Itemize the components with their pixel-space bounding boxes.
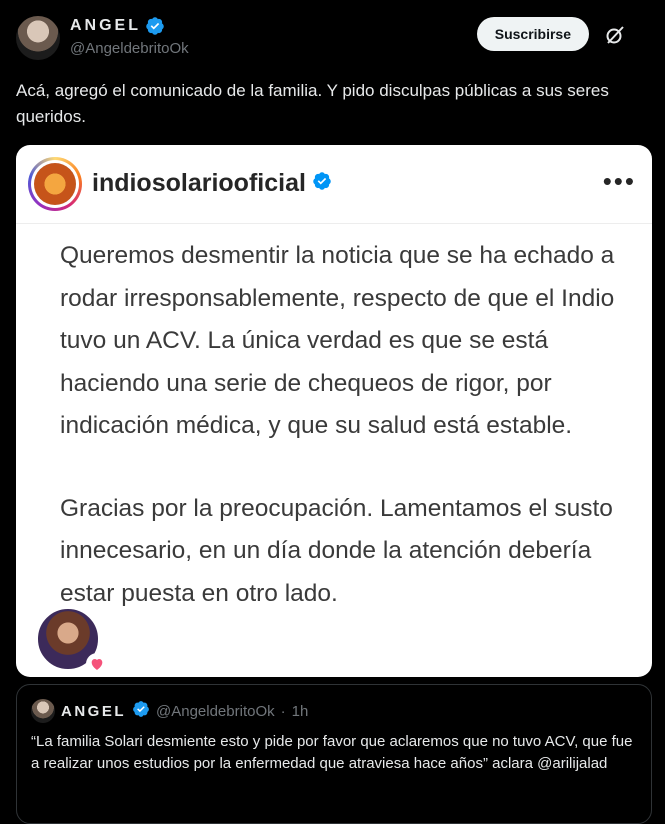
author-avatar[interactable]	[16, 16, 60, 60]
author-name-row: ANGEL	[70, 16, 165, 36]
ig-user-row: indiosolariooficial	[92, 169, 332, 198]
author-handle[interactable]: @AngeldebritoOk	[70, 40, 189, 57]
ig-verified-icon	[312, 171, 332, 196]
heart-reaction-icon	[86, 653, 108, 675]
verified-badge-icon	[145, 16, 165, 36]
tweet-media-image[interactable]: indiosolariooficial ••• Queremos desment…	[16, 145, 652, 677]
ig-username: indiosolariooficial	[92, 169, 306, 197]
ig-statement-paragraph-1: Queremos desmentir la noticia que se ha …	[60, 242, 615, 439]
author-name[interactable]: ANGEL	[70, 17, 141, 35]
ig-statement: Queremos desmentir la noticia que se ha …	[60, 235, 630, 655]
grok-slash-icon[interactable]	[603, 23, 627, 47]
ig-statement-paragraph-2: Gracias por la preocupación. Lamentamos …	[60, 494, 613, 607]
quoted-tweet[interactable]: ANGEL @AngeldebritoOk · 1h “La familia S…	[16, 684, 652, 824]
quoted-tweet-text: “La familia Solari desmiente esto y pide…	[31, 733, 633, 772]
ig-post-header: indiosolariooficial •••	[16, 145, 652, 224]
ig-avatar	[28, 157, 82, 211]
quoted-separator: ·	[280, 702, 286, 720]
tweet-text: Acá, agregó el comunicado de la familia.…	[16, 81, 609, 126]
subscribe-button[interactable]: Suscribirse	[476, 17, 589, 51]
quoted-tweet-header: ANGEL @AngeldebritoOk · 1h	[31, 699, 308, 723]
quoted-author-handle: @AngeldebritoOk	[156, 702, 275, 720]
tweet-header: ANGEL @AngeldebritoOk Suscribirse	[16, 14, 649, 62]
quoted-author-avatar	[31, 699, 55, 723]
quoted-verified-badge-icon	[132, 700, 150, 723]
quoted-author-name: ANGEL	[61, 702, 126, 720]
quoted-timestamp: 1h	[291, 702, 309, 720]
ig-more-options-icon: •••	[602, 166, 636, 196]
